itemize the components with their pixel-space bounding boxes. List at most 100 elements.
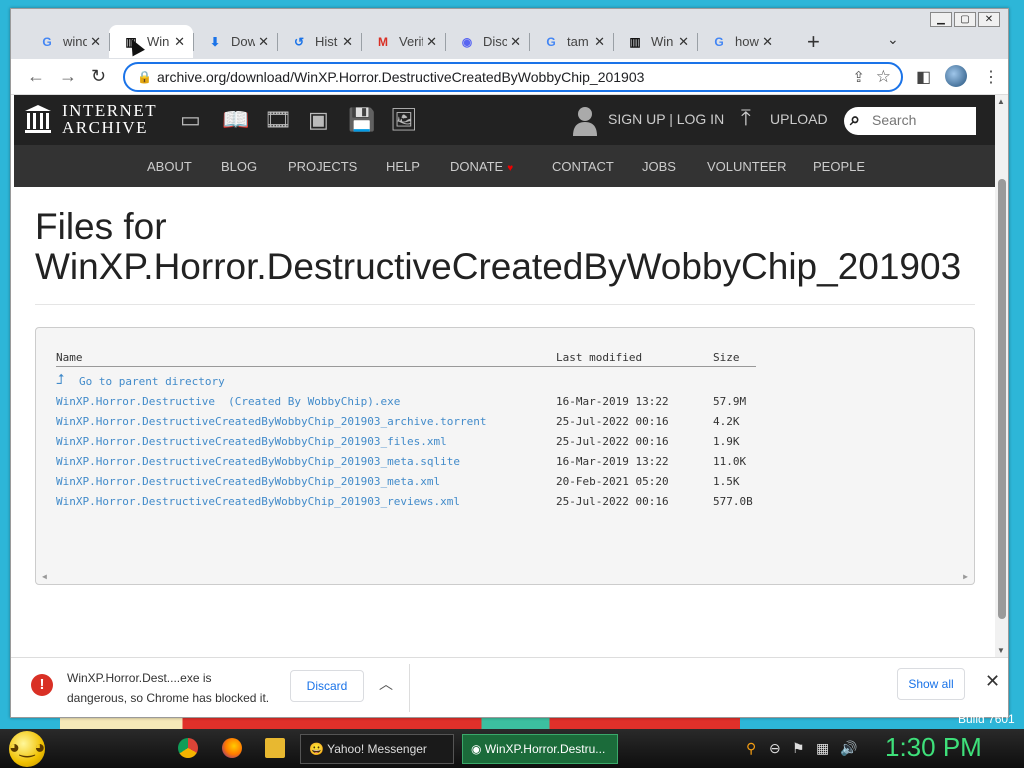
nav-people[interactable]: PEOPLE	[813, 159, 865, 174]
volume-tray-icon[interactable]: 🔊	[840, 740, 857, 757]
file-link[interactable]: WinXP.Horror.DestructiveCreatedByWobbyCh…	[56, 495, 460, 508]
texts-book-icon[interactable]: 📖	[222, 107, 249, 133]
close-window-button[interactable]: ✕	[978, 12, 1000, 27]
clock[interactable]: 1:30 PM	[885, 732, 982, 763]
tab-search-chevron-icon[interactable]: ⌄	[887, 31, 899, 48]
browser-tab[interactable]: M Verif ✕	[361, 25, 445, 58]
profile-avatar[interactable]	[945, 65, 967, 87]
chrome-icon[interactable]	[178, 738, 198, 758]
nav-help[interactable]: HELP	[386, 159, 420, 174]
messenger-tray-icon[interactable]: ⊖	[769, 740, 781, 757]
search-tray-icon[interactable]: ⚲	[746, 740, 756, 757]
file-link[interactable]: WinXP.Horror.DestructiveCreatedByWobbyCh…	[56, 475, 440, 488]
download-message[interactable]: WinXP.Horror.Dest....exe is dangerous, s…	[67, 668, 269, 708]
audio-speaker-icon[interactable]: ▣	[308, 107, 329, 133]
new-tab-button[interactable]: +	[807, 29, 820, 55]
upload-icon[interactable]: ⤒	[741, 105, 751, 131]
scrollbar-thumb[interactable]	[998, 179, 1006, 619]
software-floppy-icon[interactable]: 💾	[348, 107, 375, 133]
firefox-icon[interactable]	[222, 738, 242, 758]
file-link[interactable]: WinXP.Horror.DestructiveCreatedByWobbyCh…	[56, 455, 460, 468]
nav-blog[interactable]: BLOG	[221, 159, 257, 174]
signup-login-link[interactable]: SIGN UP | LOG IN	[608, 111, 724, 127]
network-tray-icon[interactable]: ▦	[816, 740, 829, 757]
menu-dots-icon[interactable]: ⋮	[983, 67, 999, 87]
ia-logo-icon[interactable]	[24, 103, 52, 135]
folder-icon[interactable]	[265, 738, 285, 758]
ia-search-box[interactable]: ⌕	[844, 107, 976, 135]
ia-logo-text[interactable]: INTERNET ARCHIVE	[62, 102, 157, 136]
user-icon[interactable]	[571, 105, 599, 137]
nav-jobs[interactable]: JOBS	[642, 159, 676, 174]
close-tab-icon[interactable]: ✕	[510, 34, 521, 50]
close-tab-icon[interactable]: ✕	[594, 34, 605, 50]
taskbar-chrome-window[interactable]: ◉ WinXP.Horror.Destru...	[462, 734, 618, 764]
file-modified: 25-Jul-2022 00:16	[556, 415, 669, 428]
column-header-modified[interactable]: Last modified	[556, 351, 642, 364]
back-arrow-icon[interactable]: ←	[27, 66, 45, 87]
nav-donate[interactable]: DONATE ♥	[450, 159, 513, 174]
nav-about[interactable]: ABOUT	[147, 159, 192, 174]
tab-title: Dow	[231, 34, 255, 49]
chevron-up-icon[interactable]: ︿	[379, 674, 393, 694]
file-link[interactable]: WinXP.Horror.DestructiveCreatedByWobbyCh…	[56, 415, 486, 428]
close-tab-icon[interactable]: ✕	[174, 34, 185, 50]
share-icon[interactable]: ⇪	[852, 68, 865, 86]
lock-icon[interactable]: 🔒	[137, 70, 152, 84]
file-link[interactable]: WinXP.Horror.Destructive (Created By Wob…	[56, 395, 400, 408]
scroll-left-icon[interactable]: ◀	[42, 572, 47, 581]
discard-button[interactable]: Discard	[290, 670, 364, 702]
close-tab-icon[interactable]: ✕	[342, 34, 353, 50]
browser-tab[interactable]: ▥ Win ✕	[109, 25, 193, 58]
maximize-button[interactable]: ▢	[954, 12, 976, 27]
side-panel-icon[interactable]: ◧	[916, 67, 931, 87]
up-arrow-icon[interactable]: ⮥	[56, 372, 64, 388]
close-tab-icon[interactable]: ✕	[90, 34, 101, 50]
tab-separator	[445, 33, 446, 51]
horizontal-scrollbar[interactable]: ◀ ▶	[42, 572, 968, 581]
images-icon[interactable]: 🖼	[390, 107, 418, 133]
reload-icon[interactable]: ↻	[91, 66, 106, 87]
browser-tab[interactable]: ◉ Disc ✕	[445, 25, 529, 58]
column-header-name[interactable]: Name	[56, 351, 83, 364]
column-header-size[interactable]: Size	[713, 351, 740, 364]
close-tab-icon[interactable]: ✕	[258, 34, 269, 50]
upload-link[interactable]: UPLOAD	[770, 111, 828, 127]
address-url[interactable]: archive.org/download/WinXP.Horror.Destru…	[157, 69, 644, 85]
video-film-icon[interactable]: 🎞	[264, 107, 292, 133]
forward-arrow-icon[interactable]: →	[59, 66, 77, 87]
browser-tab[interactable]: Ghow ✕	[697, 25, 781, 58]
bookmark-star-icon[interactable]: ☆	[876, 67, 891, 87]
vertical-scrollbar[interactable]: ▲ ▼	[995, 95, 1008, 657]
search-icon[interactable]: ⌕	[850, 109, 860, 130]
nav-projects[interactable]: PROJECTS	[288, 159, 357, 174]
close-tab-icon[interactable]: ✕	[426, 34, 437, 50]
search-input[interactable]	[872, 112, 972, 128]
scroll-up-icon[interactable]: ▲	[997, 97, 1005, 106]
tab-separator	[529, 33, 530, 51]
tab-title: Disc	[483, 34, 507, 49]
close-tab-icon[interactable]: ✕	[678, 34, 689, 50]
browser-tab[interactable]: ↺ Hist ✕	[277, 25, 361, 58]
minimize-button[interactable]: ▁	[930, 12, 952, 27]
flag-tray-icon[interactable]: ⚑	[792, 740, 805, 757]
taskbar-yahoo-messenger[interactable]: 😀 Yahoo! Messenger	[300, 734, 454, 764]
scroll-down-icon[interactable]: ▼	[997, 646, 1005, 655]
browser-tab[interactable]: Gtam ✕	[529, 25, 613, 58]
close-icon[interactable]: ✕	[985, 671, 1000, 692]
start-button[interactable]: ◕‿◕	[9, 731, 45, 767]
scroll-right-icon[interactable]: ▶	[963, 572, 968, 581]
nav-volunteer[interactable]: VOLUNTEER	[707, 159, 786, 174]
web-icon[interactable]: ▭	[180, 107, 201, 133]
show-all-button[interactable]: Show all	[897, 668, 965, 700]
file-link[interactable]: WinXP.Horror.DestructiveCreatedByWobbyCh…	[56, 435, 447, 448]
nav-contact[interactable]: CONTACT	[552, 159, 614, 174]
browser-tab[interactable]: Gwind✕	[25, 25, 109, 58]
address-bar[interactable]: 🔒 archive.org/download/WinXP.Horror.Dest…	[123, 62, 903, 92]
browser-tab[interactable]: ⬇ Dow ✕	[193, 25, 277, 58]
tab-separator	[697, 33, 698, 51]
close-tab-icon[interactable]: ✕	[762, 34, 773, 50]
parent-directory-link[interactable]: Go to parent directory	[79, 375, 225, 388]
browser-tab[interactable]: ▥ Win ✕	[613, 25, 697, 58]
tab-separator	[361, 33, 362, 51]
